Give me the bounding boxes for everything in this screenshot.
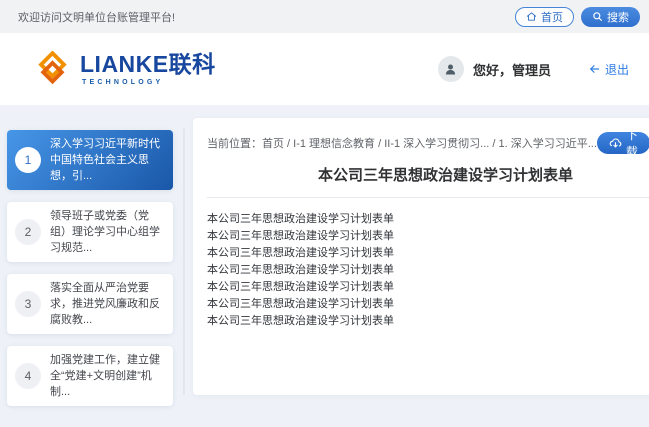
- user-icon: [443, 62, 458, 77]
- header-user-area: 您好，管理员 退出: [438, 56, 633, 82]
- document-title: 本公司三年思想政治建设学习计划表单: [207, 164, 649, 185]
- file-link[interactable]: 本公司三年思想政治建设学习计划表单: [207, 313, 649, 330]
- file-list: 本公司三年思想政治建设学习计划表单 本公司三年思想政治建设学习计划表单 本公司三…: [207, 198, 649, 330]
- welcome-text: 欢迎访问文明单位台账管理平台!: [18, 9, 175, 25]
- main-panel-actions: 下载: [597, 131, 649, 155]
- cloud-download-icon: [609, 137, 622, 150]
- home-icon: [526, 11, 537, 22]
- sidebar-item[interactable]: 1 深入学习习近平新时代中国特色社会主义思想，引...: [7, 130, 173, 190]
- file-link[interactable]: 本公司三年思想政治建设学习计划表单: [207, 228, 649, 245]
- sidebar: 1 深入学习习近平新时代中国特色社会主义思想，引... 2 领导班子或党委（党组…: [0, 105, 183, 427]
- sidebar-item-number: 1: [15, 147, 41, 173]
- logout-label: 退出: [605, 61, 629, 78]
- logo[interactable]: LIANKE联科 TECHNOLOGY: [34, 51, 216, 88]
- main-panel-toolbar: 当前位置：首页 / I-1 理想信念教育 / II-1 深入学习贯彻习... /…: [207, 131, 649, 155]
- home-button-label: 首页: [541, 9, 563, 25]
- sidebar-item-label: 深入学习习近平新时代中国特色社会主义思想，引...: [50, 136, 165, 184]
- file-link[interactable]: 本公司三年思想政治建设学习计划表单: [207, 245, 649, 262]
- sidebar-scrollbar[interactable]: [183, 128, 185, 395]
- home-button[interactable]: 首页: [515, 7, 574, 27]
- breadcrumb-label: 当前位置：: [207, 138, 262, 150]
- sidebar-item-label: 落实全面从严治党要求，推进党风廉政和反腐败教...: [50, 280, 165, 328]
- sidebar-item-label: 加强党建工作，建立健全“党建+文明创建”机制...: [50, 352, 165, 400]
- file-link-label: 本公司三年思想政治建设学习计划表单: [207, 213, 394, 225]
- content-area: 1 深入学习习近平新时代中国特色社会主义思想，引... 2 领导班子或党委（党组…: [0, 105, 649, 427]
- sidebar-item-number: 3: [15, 291, 41, 317]
- breadcrumb-path[interactable]: 首页 / I-1 理想信念教育 / II-1 深入学习贯彻习... / 1. 深…: [262, 138, 597, 150]
- greeting-text: 您好，管理员: [473, 60, 551, 79]
- logout-arrow-icon: [589, 63, 601, 75]
- main-panel: 当前位置：首页 / I-1 理想信念教育 / II-1 深入学习贯彻习... /…: [193, 118, 649, 395]
- file-link-label: 本公司三年思想政治建设学习计划表单: [207, 264, 394, 276]
- file-link-label: 本公司三年思想政治建设学习计划表单: [207, 230, 394, 242]
- sidebar-item[interactable]: 2 领导班子或党委（党组）理论学习中心组学习规范...: [7, 202, 173, 262]
- topbar: 欢迎访问文明单位台账管理平台! 首页 搜索: [0, 0, 649, 33]
- file-link[interactable]: 本公司三年思想政治建设学习计划表单: [207, 211, 649, 228]
- sidebar-item[interactable]: 3 落实全面从严治党要求，推进党风廉政和反腐败教...: [7, 274, 173, 334]
- file-link[interactable]: 本公司三年思想政治建设学习计划表单: [207, 296, 649, 313]
- breadcrumb[interactable]: 当前位置：首页 / I-1 理想信念教育 / II-1 深入学习贯彻习... /…: [207, 135, 597, 151]
- search-icon: [592, 11, 603, 22]
- search-button[interactable]: 搜索: [581, 7, 640, 27]
- sidebar-item[interactable]: 4 加强党建工作，建立健全“党建+文明创建”机制...: [7, 346, 173, 406]
- file-link-label: 本公司三年思想政治建设学习计划表单: [207, 247, 394, 259]
- sidebar-item-number: 2: [15, 219, 41, 245]
- file-link-label: 本公司三年思想政治建设学习计划表单: [207, 298, 394, 310]
- header: LIANKE联科 TECHNOLOGY 您好，管理员 退出: [0, 33, 649, 105]
- search-button-label: 搜索: [607, 9, 629, 25]
- logo-text: LIANKE联科 TECHNOLOGY: [80, 53, 216, 86]
- sidebar-item-number: 4: [15, 363, 41, 389]
- logo-title: LIANKE联科: [80, 53, 216, 76]
- file-link-label: 本公司三年思想政治建设学习计划表单: [207, 281, 394, 293]
- sidebar-item-label: 领导班子或党委（党组）理论学习中心组学习规范...: [50, 208, 165, 256]
- file-link[interactable]: 本公司三年思想政治建设学习计划表单: [207, 279, 649, 296]
- logout-button[interactable]: 退出: [589, 61, 629, 78]
- file-link[interactable]: 本公司三年思想政治建设学习计划表单: [207, 262, 649, 279]
- download-button[interactable]: 下载: [597, 132, 649, 154]
- avatar: [438, 56, 464, 82]
- logo-subtitle: TECHNOLOGY: [80, 79, 216, 86]
- file-link-label: 本公司三年思想政治建设学习计划表单: [207, 315, 394, 327]
- download-button-label: 下载: [626, 126, 638, 160]
- logo-diamond-icon: [34, 51, 71, 88]
- topbar-actions: 首页 搜索: [515, 7, 640, 27]
